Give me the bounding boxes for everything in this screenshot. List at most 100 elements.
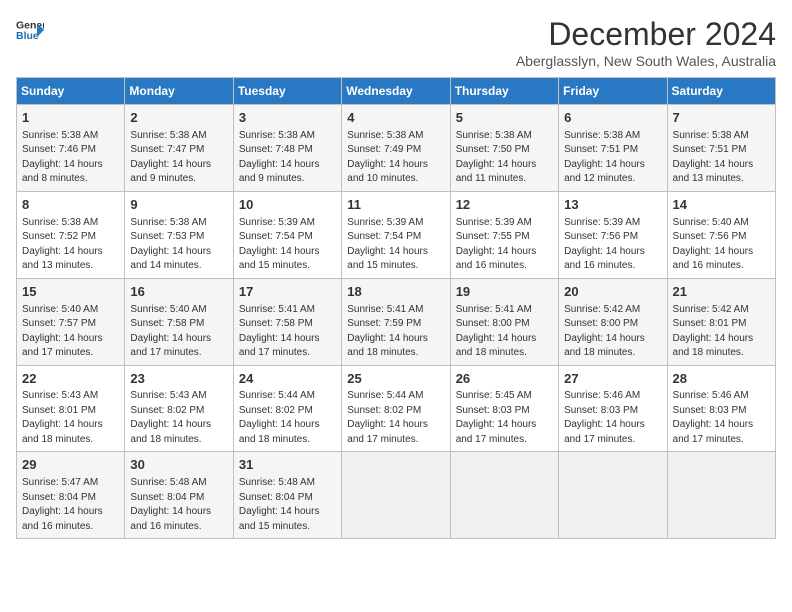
day-detail: Sunset: 7:51 PM	[564, 143, 661, 158]
day-detail: and 18 minutes.	[347, 346, 444, 361]
day-detail: and 11 minutes.	[456, 172, 553, 187]
day-detail: Sunset: 7:49 PM	[347, 143, 444, 158]
day-detail: Daylight: 14 hours	[564, 245, 661, 260]
weekday-header: Thursday	[450, 78, 558, 105]
day-detail: and 17 minutes.	[347, 433, 444, 448]
day-detail: Sunrise: 5:38 AM	[22, 216, 119, 231]
day-detail: Sunrise: 5:42 AM	[673, 303, 770, 318]
weekday-header: Friday	[559, 78, 667, 105]
day-detail: Sunrise: 5:38 AM	[130, 216, 227, 231]
calendar-day-cell: 11Sunrise: 5:39 AMSunset: 7:54 PMDayligh…	[342, 191, 450, 278]
day-detail: Daylight: 14 hours	[673, 245, 770, 260]
day-detail: Daylight: 14 hours	[347, 158, 444, 173]
day-detail: Sunset: 7:51 PM	[673, 143, 770, 158]
day-detail: Daylight: 14 hours	[239, 158, 336, 173]
day-detail: Sunrise: 5:40 AM	[22, 303, 119, 318]
day-detail: Sunset: 7:55 PM	[456, 230, 553, 245]
day-detail: Sunrise: 5:45 AM	[456, 389, 553, 404]
day-number: 8	[22, 196, 119, 215]
day-detail: Sunset: 8:02 PM	[239, 404, 336, 419]
day-number: 7	[673, 109, 770, 128]
day-number: 13	[564, 196, 661, 215]
day-detail: Sunset: 8:03 PM	[564, 404, 661, 419]
day-detail: and 17 minutes.	[22, 346, 119, 361]
day-detail: Sunrise: 5:40 AM	[130, 303, 227, 318]
day-number: 18	[347, 283, 444, 302]
day-number: 25	[347, 370, 444, 389]
day-detail: Daylight: 14 hours	[130, 505, 227, 520]
day-number: 29	[22, 456, 119, 475]
day-detail: Sunset: 8:01 PM	[673, 317, 770, 332]
day-detail: Sunrise: 5:48 AM	[239, 476, 336, 491]
day-detail: Sunrise: 5:48 AM	[130, 476, 227, 491]
day-detail: Daylight: 14 hours	[347, 332, 444, 347]
calendar-day-cell: 1Sunrise: 5:38 AMSunset: 7:46 PMDaylight…	[17, 105, 125, 192]
day-detail: Daylight: 14 hours	[239, 245, 336, 260]
day-detail: Sunset: 8:01 PM	[22, 404, 119, 419]
day-detail: Sunset: 8:00 PM	[456, 317, 553, 332]
day-number: 1	[22, 109, 119, 128]
day-detail: Daylight: 14 hours	[22, 158, 119, 173]
calendar-day-cell	[450, 452, 558, 539]
calendar-day-cell: 13Sunrise: 5:39 AMSunset: 7:56 PMDayligh…	[559, 191, 667, 278]
day-detail: Sunset: 7:52 PM	[22, 230, 119, 245]
day-detail: Daylight: 14 hours	[22, 418, 119, 433]
day-detail: and 18 minutes.	[456, 346, 553, 361]
day-detail: Sunset: 7:46 PM	[22, 143, 119, 158]
day-detail: Sunset: 7:56 PM	[673, 230, 770, 245]
calendar-week-row: 15Sunrise: 5:40 AMSunset: 7:57 PMDayligh…	[17, 278, 776, 365]
day-number: 24	[239, 370, 336, 389]
day-number: 15	[22, 283, 119, 302]
day-number: 2	[130, 109, 227, 128]
day-detail: Daylight: 14 hours	[673, 332, 770, 347]
day-detail: Daylight: 14 hours	[239, 505, 336, 520]
day-number: 23	[130, 370, 227, 389]
page-header: General Blue December 2024 Aberglasslyn,…	[16, 16, 776, 69]
day-detail: Sunset: 7:56 PM	[564, 230, 661, 245]
day-detail: and 17 minutes.	[130, 346, 227, 361]
calendar-day-cell: 26Sunrise: 5:45 AMSunset: 8:03 PMDayligh…	[450, 365, 558, 452]
day-detail: Sunrise: 5:38 AM	[564, 129, 661, 144]
day-detail: and 9 minutes.	[239, 172, 336, 187]
day-detail: Sunrise: 5:39 AM	[239, 216, 336, 231]
day-detail: Sunrise: 5:41 AM	[239, 303, 336, 318]
svg-text:Blue: Blue	[16, 30, 39, 42]
month-title: December 2024	[516, 16, 776, 53]
day-number: 17	[239, 283, 336, 302]
day-detail: Sunset: 8:03 PM	[673, 404, 770, 419]
day-detail: and 18 minutes.	[130, 433, 227, 448]
day-detail: Daylight: 14 hours	[22, 245, 119, 260]
day-detail: Sunset: 7:53 PM	[130, 230, 227, 245]
calendar-day-cell: 25Sunrise: 5:44 AMSunset: 8:02 PMDayligh…	[342, 365, 450, 452]
calendar-week-row: 8Sunrise: 5:38 AMSunset: 7:52 PMDaylight…	[17, 191, 776, 278]
day-number: 30	[130, 456, 227, 475]
location-subtitle: Aberglasslyn, New South Wales, Australia	[516, 53, 776, 69]
day-number: 6	[564, 109, 661, 128]
calendar-day-cell: 5Sunrise: 5:38 AMSunset: 7:50 PMDaylight…	[450, 105, 558, 192]
day-detail: and 13 minutes.	[673, 172, 770, 187]
day-number: 19	[456, 283, 553, 302]
calendar-day-cell	[342, 452, 450, 539]
day-detail: Sunrise: 5:43 AM	[130, 389, 227, 404]
day-number: 21	[673, 283, 770, 302]
day-detail: Sunset: 8:03 PM	[456, 404, 553, 419]
weekday-header: Saturday	[667, 78, 775, 105]
calendar-day-cell: 18Sunrise: 5:41 AMSunset: 7:59 PMDayligh…	[342, 278, 450, 365]
day-detail: and 16 minutes.	[22, 520, 119, 535]
day-number: 16	[130, 283, 227, 302]
calendar-day-cell: 23Sunrise: 5:43 AMSunset: 8:02 PMDayligh…	[125, 365, 233, 452]
day-detail: Daylight: 14 hours	[239, 332, 336, 347]
day-detail: Sunrise: 5:44 AM	[239, 389, 336, 404]
day-number: 20	[564, 283, 661, 302]
calendar-day-cell: 3Sunrise: 5:38 AMSunset: 7:48 PMDaylight…	[233, 105, 341, 192]
day-detail: Sunrise: 5:40 AM	[673, 216, 770, 231]
day-number: 9	[130, 196, 227, 215]
day-number: 28	[673, 370, 770, 389]
calendar-day-cell: 6Sunrise: 5:38 AMSunset: 7:51 PMDaylight…	[559, 105, 667, 192]
day-detail: and 10 minutes.	[347, 172, 444, 187]
calendar-day-cell: 31Sunrise: 5:48 AMSunset: 8:04 PMDayligh…	[233, 452, 341, 539]
day-detail: and 13 minutes.	[22, 259, 119, 274]
logo: General Blue	[16, 16, 44, 44]
day-detail: Sunset: 8:04 PM	[130, 491, 227, 506]
day-detail: Daylight: 14 hours	[456, 332, 553, 347]
